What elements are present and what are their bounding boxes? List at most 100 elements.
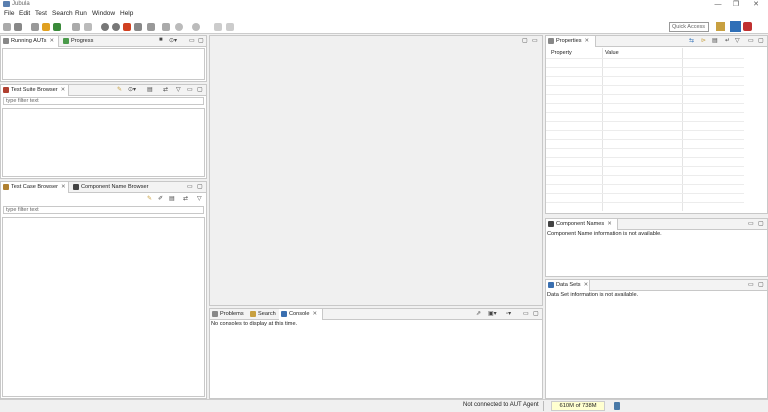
menu-test[interactable]: Test: [35, 10, 47, 17]
execution-perspective-icon[interactable]: [743, 22, 752, 31]
maximize-button[interactable]: ❐: [726, 0, 746, 9]
minimize-view-button-4[interactable]: ▭: [523, 310, 529, 317]
specification-perspective-icon[interactable]: [730, 21, 741, 32]
minimize-view-button-6[interactable]: ▭: [748, 220, 754, 227]
menu-run[interactable]: Run: [75, 10, 87, 17]
object-icon[interactable]: [162, 23, 170, 31]
minimize-view-button-3[interactable]: ▭: [187, 183, 193, 190]
tab-search[interactable]: Search: [248, 309, 278, 320]
connect-icon[interactable]: [72, 23, 80, 31]
tab-properties[interactable]: Properties ✕: [546, 36, 596, 47]
tab-problems[interactable]: Problems: [210, 309, 247, 320]
tab-console[interactable]: Console ✕: [279, 309, 323, 320]
grid-line: [546, 94, 744, 95]
test-case-browser-panel: Test Case Browser ✕ Component Name Browse…: [0, 181, 207, 399]
console-icon: [281, 311, 287, 317]
tab-test-case-browser[interactable]: Test Case Browser ✕: [1, 182, 69, 193]
view-menu-icon[interactable]: ⊙▾: [169, 37, 177, 44]
minimize-view-button-5[interactable]: ▭: [748, 37, 754, 44]
test-suite-tree[interactable]: [2, 108, 205, 177]
new-test-suite-icon[interactable]: ✎: [117, 86, 122, 93]
maximize-editor-button[interactable]: ▢: [522, 37, 528, 44]
maximize-view-button-5[interactable]: ▢: [758, 37, 764, 44]
tab-component-name-browser[interactable]: Component Name Browser: [71, 182, 153, 193]
window-title: Jubula: [12, 1, 30, 7]
trash-icon[interactable]: [614, 402, 620, 410]
rename-icon[interactable]: ✐: [158, 195, 163, 202]
minimize-editor-button[interactable]: ▭: [532, 37, 538, 44]
new-console-icon[interactable]: ▫▾: [506, 310, 511, 317]
link-editor-icon-2[interactable]: ⇄: [183, 195, 188, 202]
maximize-view-button-2[interactable]: ▢: [197, 86, 203, 93]
test-case-filter-input[interactable]: type filter text: [3, 206, 204, 214]
heap-status[interactable]: 610M of 738M: [551, 401, 605, 411]
open-icon[interactable]: [14, 23, 22, 31]
menu-file[interactable]: File: [4, 10, 14, 17]
collapse-icon-2[interactable]: ▤: [169, 195, 175, 202]
status-divider: [543, 401, 544, 411]
tab-component-names[interactable]: Component Names ✕: [546, 219, 618, 230]
minimize-button[interactable]: —: [708, 0, 728, 9]
tab-test-suite-browser[interactable]: Test Suite Browser ✕: [1, 85, 69, 96]
restore-default-icon[interactable]: ↵: [725, 37, 730, 44]
editor-area[interactable]: ▭ ▢: [209, 35, 543, 306]
check-icon[interactable]: [147, 23, 155, 31]
add-icon[interactable]: [192, 23, 200, 31]
menu-window[interactable]: Window: [92, 10, 115, 17]
stop-aut-icon[interactable]: ■: [159, 37, 163, 43]
back-icon[interactable]: [214, 23, 222, 31]
record-icon[interactable]: [123, 23, 131, 31]
collapse-icon[interactable]: ▤: [147, 86, 153, 93]
display-console-icon[interactable]: ▣▾: [488, 310, 497, 317]
view-menu-icon-2[interactable]: ▽: [176, 86, 181, 93]
minimize-view-button[interactable]: ▭: [189, 37, 195, 44]
start-aut-icon[interactable]: [53, 23, 61, 31]
advanced-icon[interactable]: ▤: [712, 37, 718, 44]
main-toolbar: [0, 20, 768, 34]
test-suite-filter-input[interactable]: type filter text: [3, 97, 204, 105]
running-auts-list[interactable]: [2, 48, 205, 80]
value-column-header[interactable]: Value: [605, 50, 619, 56]
close-window-button[interactable]: ✕: [746, 0, 766, 9]
maximize-view-button-6[interactable]: ▢: [758, 220, 764, 227]
stop-icon[interactable]: [101, 23, 109, 31]
pin-icon[interactable]: ⇆: [689, 37, 694, 44]
edit-icon[interactable]: [42, 23, 50, 31]
minimize-view-button-7[interactable]: ▭: [748, 281, 754, 288]
menu-edit[interactable]: Edit: [19, 10, 30, 17]
maximize-view-button-4[interactable]: ▢: [533, 310, 539, 317]
component-names-icon: [548, 221, 554, 227]
property-column-header[interactable]: Property: [551, 50, 572, 56]
maximize-view-button-3[interactable]: ▢: [197, 183, 203, 190]
quick-access-field[interactable]: Quick Access: [669, 22, 709, 32]
maximize-view-button-7[interactable]: ▢: [758, 281, 764, 288]
save-icon[interactable]: [31, 23, 39, 31]
menu-search[interactable]: Search: [52, 10, 73, 17]
tab-data-sets[interactable]: Data Sets ✕: [546, 280, 590, 291]
component-name-icon: [73, 184, 79, 190]
view-menu-icon-4[interactable]: ▽: [735, 37, 740, 44]
test-suite-browser-panel: Test Suite Browser ✕ ✎ ⊙▾ ▤ ⇄ ▽ ▭ ▢ type …: [0, 84, 207, 179]
open-console-icon[interactable]: ⇗: [476, 310, 481, 317]
map-icon[interactable]: [134, 23, 142, 31]
menu-help[interactable]: Help: [120, 10, 133, 17]
categories-icon[interactable]: ⊳: [701, 37, 706, 44]
test-case-tree[interactable]: [2, 217, 205, 397]
new-test-case-icon[interactable]: ✎: [147, 195, 152, 202]
minimize-view-button-2[interactable]: ▭: [187, 86, 193, 93]
new-icon[interactable]: [3, 23, 11, 31]
forward-icon[interactable]: [226, 23, 234, 31]
view-menu-icon-3[interactable]: ▽: [197, 195, 202, 202]
maximize-view-button[interactable]: ▢: [198, 37, 204, 44]
tab-running-auts[interactable]: Running AUTs ✕: [1, 36, 59, 47]
tab-progress[interactable]: Progress: [61, 36, 101, 47]
pause-icon[interactable]: [112, 23, 120, 31]
grid-line: [546, 121, 744, 122]
link-editor-icon[interactable]: ⇄: [163, 86, 168, 93]
grid-line: [546, 103, 744, 104]
grid-line: [546, 58, 744, 59]
open-perspective-icon[interactable]: [716, 22, 725, 31]
filter-icon[interactable]: ⊙▾: [128, 86, 136, 93]
run-icon[interactable]: [84, 23, 92, 31]
refresh-icon[interactable]: [175, 23, 183, 31]
